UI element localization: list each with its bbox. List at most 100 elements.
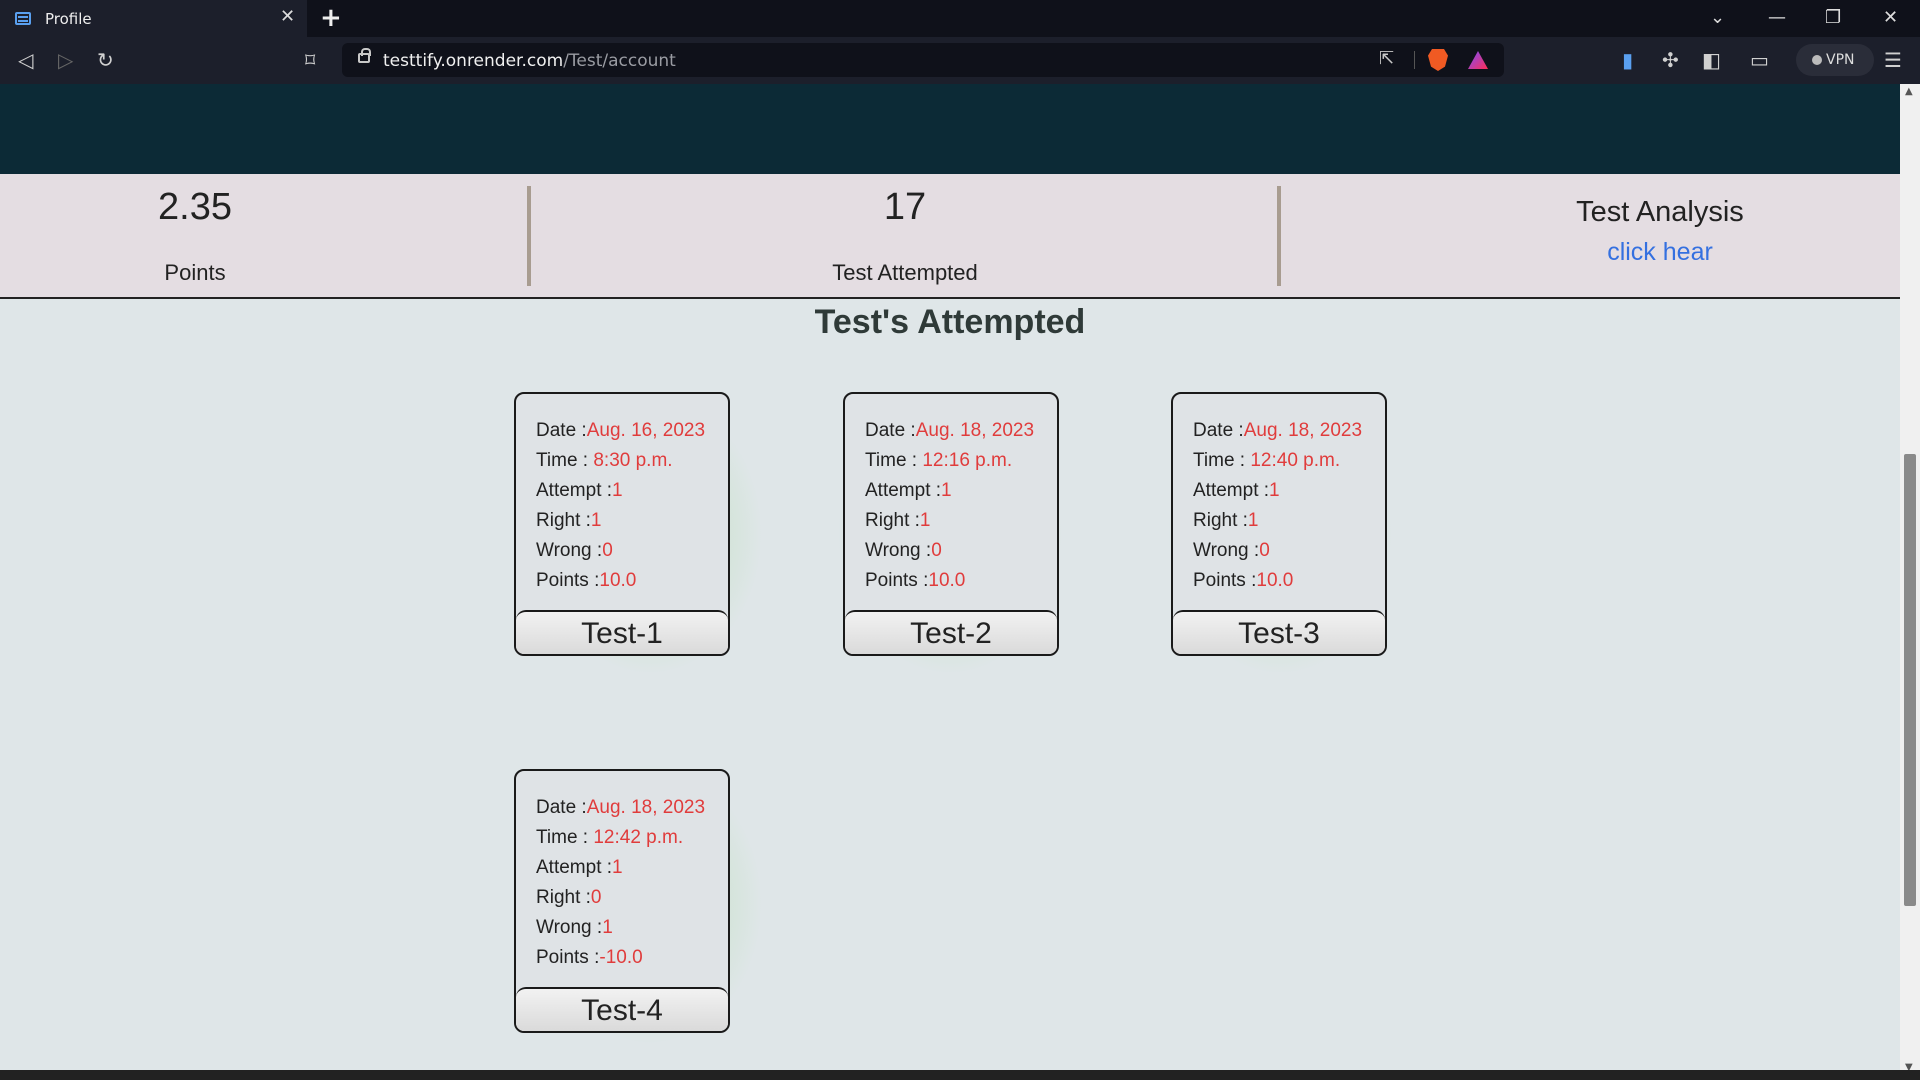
test-date-value: Aug. 18, 2023 (586, 797, 706, 818)
test-right-label: Right : (536, 887, 591, 908)
test-name-button[interactable]: Test-2 (845, 610, 1057, 654)
footer-strip (0, 1070, 1920, 1080)
test-wrong-label: Wrong : (536, 540, 603, 561)
test-points-row: Points :10.0 (865, 566, 1057, 596)
test-card-details: Date :Aug. 18, 2023 Time : 12:42 p.m. Atte… (516, 771, 728, 973)
test-name-button[interactable]: Test-4 (516, 987, 728, 1031)
test-points-label: Points : (536, 947, 600, 968)
extensions-icon[interactable]: ✣ (1662, 49, 1679, 71)
points-label: Points (164, 260, 226, 285)
test-date-row: Date :Aug. 18, 2023 (536, 793, 728, 823)
test-right-label: Right : (1193, 510, 1248, 531)
vpn-button[interactable]: VPN (1796, 44, 1874, 76)
analysis-title: Test Analysis (1576, 196, 1744, 228)
test-time-label: Time : (536, 450, 594, 471)
test-card[interactable]: Date :Aug. 18, 2023 Time : 12:16 p.m. Atte… (843, 392, 1059, 656)
share-icon[interactable]: ⇱ (1379, 48, 1394, 69)
test-time-label: Time : (1193, 450, 1251, 471)
test-date-label: Date : (536, 797, 587, 818)
test-card[interactable]: Date :Aug. 18, 2023 Time : 12:42 p.m. Atte… (514, 769, 730, 1033)
browser-toolbar: ◁ ▷ ↻ ⌑ testtify.onrender.com/Test/accou… (0, 37, 1920, 84)
scroll-up-icon[interactable]: ▲ (1905, 86, 1913, 97)
analysis-link[interactable]: click hear (1500, 238, 1820, 267)
test-date-row: Date :Aug. 18, 2023 (865, 416, 1057, 446)
test-card[interactable]: Date :Aug. 16, 2023 Time : 8:30 p.m. Attem… (514, 392, 730, 656)
test-time-value: 8:30 p.m. (593, 450, 673, 471)
test-attempt-row: Attempt :1 (536, 853, 728, 883)
browser-tab[interactable]: Profile ✕ (0, 0, 307, 37)
new-tab-button[interactable]: + (320, 4, 342, 32)
test-wrong-label: Wrong : (536, 917, 603, 938)
scroll-thumb[interactable] (1904, 454, 1916, 906)
test-attempt-value: 1 (941, 480, 952, 501)
test-card-details: Date :Aug. 18, 2023 Time : 12:40 p.m. Atte… (1173, 394, 1385, 596)
brave-rewards-icon[interactable] (1468, 51, 1488, 69)
test-name-button[interactable]: Test-1 (516, 610, 728, 654)
bookmark-icon[interactable]: ⌑ (305, 49, 315, 71)
hero-banner (0, 84, 1900, 174)
test-right-value: 0 (590, 887, 602, 908)
forward-icon[interactable]: ▷ (58, 49, 73, 71)
scrollbar[interactable]: ▲ ▼ (1900, 84, 1920, 1080)
wallet-icon[interactable]: ▭ (1750, 49, 1769, 71)
test-card[interactable]: Date :Aug. 18, 2023 Time : 12:40 p.m. Atte… (1171, 392, 1387, 656)
test-points-label: Points : (536, 570, 600, 591)
test-right-row: Right :1 (865, 506, 1057, 536)
test-card-details: Date :Aug. 18, 2023 Time : 12:16 p.m. Atte… (845, 394, 1057, 596)
test-wrong-value: 0 (931, 540, 942, 561)
reload-icon[interactable]: ↻ (97, 49, 114, 71)
test-points-row: Points :10.0 (1193, 566, 1385, 596)
test-date-value: Aug. 18, 2023 (915, 420, 1035, 441)
test-points-value: -10.0 (599, 947, 643, 968)
test-wrong-label: Wrong : (865, 540, 932, 561)
test-time-label: Time : (865, 450, 923, 471)
test-attempt-row: Attempt :1 (865, 476, 1057, 506)
test-wrong-value: 0 (602, 540, 613, 561)
test-right-value: 1 (919, 510, 931, 531)
close-window-icon[interactable]: ✕ (1883, 6, 1898, 30)
maximize-icon[interactable]: ❐ (1825, 6, 1841, 30)
sidebar-icon[interactable]: ◧ (1702, 49, 1721, 71)
minimize-icon[interactable]: — (1768, 6, 1786, 30)
test-attempt-row: Attempt :1 (1193, 476, 1385, 506)
test-attempt-row: Attempt :1 (536, 476, 728, 506)
test-date-row: Date :Aug. 18, 2023 (1193, 416, 1385, 446)
wallet-cards-icon[interactable]: ▮ (1622, 49, 1633, 71)
test-name-button[interactable]: Test-3 (1173, 610, 1385, 654)
page-favicon-icon (15, 12, 31, 25)
lock-icon (358, 48, 371, 63)
brave-shields-icon[interactable] (1428, 49, 1448, 71)
test-wrong-label: Wrong : (1193, 540, 1260, 561)
tab-list-icon[interactable]: ⌄ (1710, 6, 1725, 30)
test-attempt-label: Attempt : (865, 480, 942, 501)
test-right-value: 1 (590, 510, 602, 531)
vpn-label: VPN (1826, 52, 1855, 68)
test-wrong-row: Wrong :1 (536, 913, 728, 943)
test-time-value: 12:16 p.m. (922, 450, 1013, 471)
test-attempt-label: Attempt : (1193, 480, 1270, 501)
menu-icon[interactable]: ☰ (1884, 49, 1902, 71)
test-right-label: Right : (865, 510, 920, 531)
url-path: /Test/account (563, 51, 676, 71)
points-value: 2.35 (158, 186, 232, 228)
test-date-value: Aug. 18, 2023 (1243, 420, 1363, 441)
tab-title: Profile (45, 10, 92, 28)
address-bar[interactable]: testtify.onrender.com/Test/account ⇱ (342, 43, 1504, 77)
test-time-value: 12:40 p.m. (1250, 450, 1341, 471)
close-tab-icon[interactable]: ✕ (280, 7, 295, 27)
stats-divider (527, 186, 531, 286)
test-time-row: Time : 12:42 p.m. (536, 823, 728, 853)
test-date-label: Date : (1193, 420, 1244, 441)
vpn-status-icon (1812, 55, 1822, 65)
test-points-value: 10.0 (599, 570, 637, 591)
test-wrong-row: Wrong :0 (865, 536, 1057, 566)
test-points-row: Points :10.0 (536, 566, 728, 596)
section-title: Test's Attempted (814, 303, 1086, 341)
test-attempt-value: 1 (1269, 480, 1280, 501)
back-icon[interactable]: ◁ (18, 49, 33, 71)
test-points-label: Points : (1193, 570, 1257, 591)
test-attempt-value: 1 (612, 480, 623, 501)
test-points-value: 10.0 (928, 570, 966, 591)
test-wrong-row: Wrong :0 (1193, 536, 1385, 566)
url-text[interactable]: testtify.onrender.com/Test/account (383, 51, 676, 71)
